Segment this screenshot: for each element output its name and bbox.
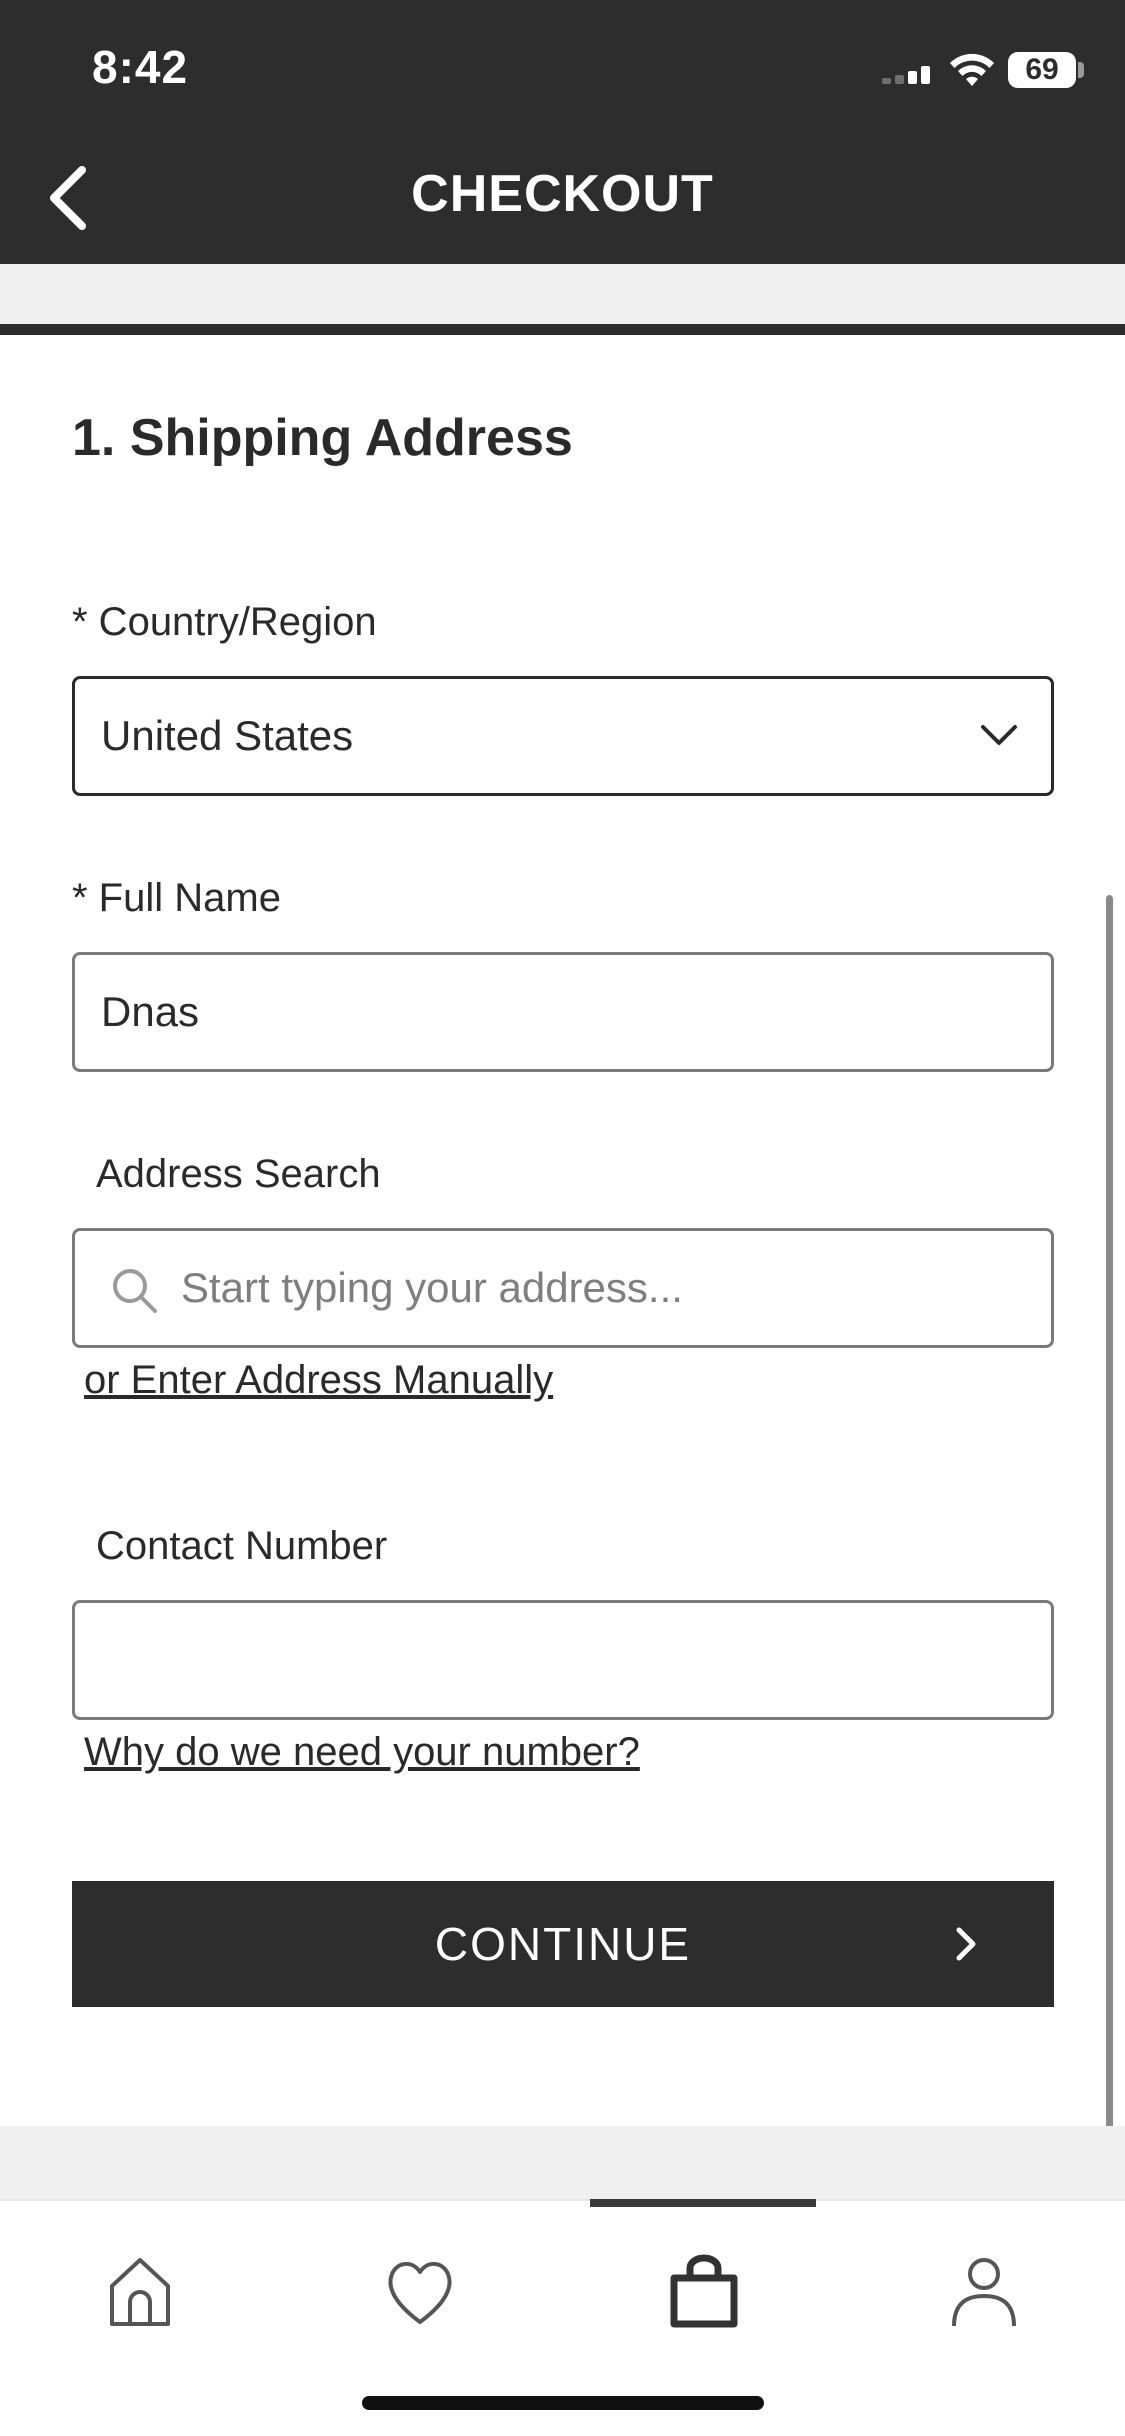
wifi-icon	[950, 53, 994, 86]
contact-number-label: Contact Number	[96, 1524, 388, 1568]
page-title: CHECKOUT	[411, 165, 714, 223]
chevron-down-icon	[981, 725, 1017, 745]
tab-bag[interactable]	[654, 2240, 754, 2340]
heart-icon	[388, 2262, 452, 2324]
bottom-spacer	[0, 2126, 1125, 2199]
active-tab-indicator	[590, 2199, 816, 2207]
chevron-right-icon	[956, 1927, 976, 1961]
tab-home[interactable]	[90, 2240, 190, 2340]
status-time: 8:42	[92, 41, 189, 93]
continue-button[interactable]: CONTINUE	[72, 1881, 1054, 2007]
country-value: United States	[101, 712, 354, 759]
full-name-value: Dnas	[101, 988, 200, 1035]
continue-label: CONTINUE	[434, 1918, 692, 1970]
section-divider	[0, 324, 1125, 335]
scrollbar[interactable]	[1106, 895, 1113, 2195]
battery-level: 69	[1008, 52, 1076, 88]
tab-wishlist[interactable]	[370, 2240, 470, 2340]
country-label: * Country/Region	[72, 600, 377, 644]
top-spacer	[0, 264, 1125, 324]
tab-account[interactable]	[934, 2240, 1034, 2340]
address-search-placeholder: Start typing your address...	[181, 1264, 683, 1311]
contact-number-field[interactable]	[72, 1600, 1054, 1720]
home-indicator	[362, 2396, 764, 2410]
home-icon	[110, 2258, 170, 2326]
search-icon	[113, 1269, 157, 1313]
address-search-label: Address Search	[96, 1152, 381, 1196]
full-name-label: * Full Name	[72, 876, 281, 920]
enter-address-manually-link[interactable]: or Enter Address Manually	[84, 1358, 553, 1403]
address-search-input[interactable]: Start typing your address...	[72, 1228, 1054, 1348]
why-number-link[interactable]: Why do we need your number?	[84, 1730, 640, 1775]
section-title: 1. Shipping Address	[72, 409, 573, 467]
battery-cap	[1078, 62, 1084, 78]
cellular-signal-icon	[882, 66, 934, 84]
shopping-bag-icon	[670, 2254, 738, 2328]
user-icon	[952, 2258, 1016, 2327]
country-select[interactable]: United States	[72, 676, 1054, 796]
full-name-field[interactable]: Dnas	[72, 952, 1054, 1072]
